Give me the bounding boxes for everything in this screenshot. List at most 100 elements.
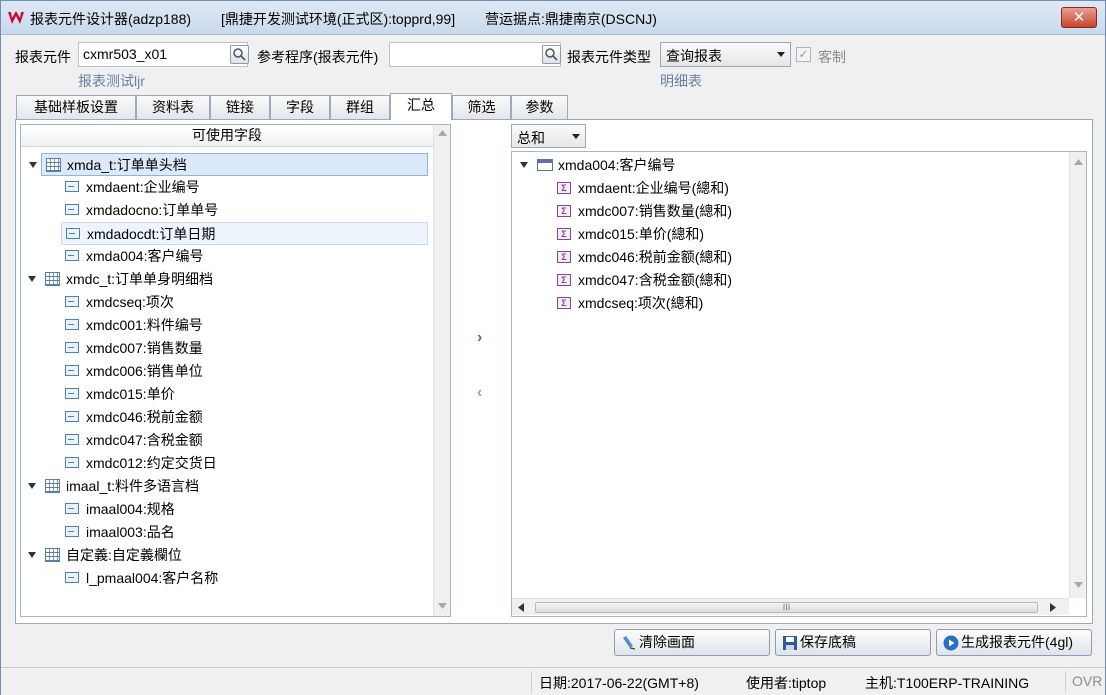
expand-toggle-icon[interactable] [28, 552, 36, 558]
tree-node-table[interactable]: 自定義:自定義欄位 [28, 544, 428, 567]
save-icon [783, 636, 797, 650]
status-mode: OVR [1072, 673, 1103, 689]
field-icon [65, 296, 79, 307]
ref-program-input[interactable] [389, 42, 561, 67]
tree-node-label: xmdc012:约定交货日 [86, 455, 217, 471]
tree-leaf-sum[interactable]: Σxmdc046:税前金额(總和) [553, 246, 1064, 269]
tab-link[interactable]: 链接 [210, 95, 270, 119]
summary-fields-vertical-scrollbar[interactable] [1069, 152, 1086, 598]
scroll-down-icon [438, 603, 447, 609]
tree-node-table[interactable]: xmda_t:订单单头档 [29, 153, 428, 176]
tree-leaf-field[interactable]: xmdcseq:项次 [61, 291, 428, 314]
summary-fields-horizontal-scrollbar[interactable]: III [512, 598, 1069, 615]
tree-node-group[interactable]: xmda004:客户编号 [520, 154, 1064, 177]
element-type-label: 报表元件类型 [567, 49, 651, 65]
table-icon [46, 158, 61, 172]
field-icon [65, 572, 79, 583]
tree-leaf-sum[interactable]: Σxmdcseq:项次(總和) [553, 292, 1064, 315]
tree-node-label: xmda004:客户编号 [86, 248, 204, 264]
field-icon [65, 434, 79, 445]
tree-leaf-field[interactable]: xmdc047:含税金额 [61, 429, 428, 452]
element-input[interactable]: cxmr503_x01 [78, 42, 248, 67]
expand-toggle-icon[interactable] [28, 483, 36, 489]
expand-toggle-icon[interactable] [29, 162, 37, 168]
tree-leaf-field[interactable]: xmdadocno:订单单号 [61, 199, 428, 222]
tree-node-label: xmdaent:企业编号 [86, 179, 200, 195]
tree-leaf-field[interactable]: xmdc007:销售数量 [61, 337, 428, 360]
element-search-button[interactable] [230, 45, 249, 64]
field-icon [65, 526, 79, 537]
ref-program-search-button[interactable] [542, 45, 561, 64]
tree-node-table[interactable]: xmdc_t:订单单身明细档 [28, 268, 428, 291]
element-type-select[interactable]: 查询报表 [660, 42, 791, 67]
tree-leaf-field[interactable]: imaal004:规格 [61, 498, 428, 521]
summary-fields-tree[interactable]: xmda004:客户编号 Σxmdaent:企业编号(總和) Σxmdc007:销售… [511, 151, 1087, 617]
tree-node-label: xmdc_t:订单单身明细档 [66, 271, 214, 287]
tree-leaf-sum[interactable]: Σxmdc047:含税金额(總和) [553, 269, 1064, 292]
tab-field[interactable]: 字段 [270, 95, 330, 119]
tree-leaf-field[interactable]: xmdc046:税前金额 [61, 406, 428, 429]
table-icon [45, 548, 60, 562]
tree-node-table[interactable]: imaal_t:料件多语言档 [28, 475, 428, 498]
tree-node-label: xmdc006:销售单位 [86, 363, 203, 379]
tree-node-label: imaal004:规格 [86, 501, 175, 517]
move-left-button[interactable]: ‹ [477, 384, 482, 402]
report-element-designer-window: 报表元件设计器(adzp188) [鼎捷开发测试环境(正式区):topprd,9… [0, 0, 1106, 695]
tree-leaf-field[interactable]: xmdc012:约定交货日 [61, 452, 428, 475]
tree-node-label: xmdaent:企业编号(總和) [578, 180, 729, 196]
aggregate-function-value: 总和 [517, 130, 545, 146]
field-icon [65, 181, 79, 192]
custom-label: 客制 [818, 49, 846, 65]
tree-node-label: xmdc047:含税金额 [86, 432, 203, 448]
play-icon [943, 635, 959, 651]
tree-leaf-field[interactable]: xmdadocdt:订单日期 [61, 222, 428, 245]
element-type-description: 明细表 [660, 73, 702, 89]
available-fields-vertical-scrollbar[interactable] [433, 125, 450, 616]
element-label: 报表元件 [15, 49, 71, 65]
field-icon [65, 503, 79, 514]
tree-leaf-field[interactable]: imaal003:品名 [61, 521, 428, 544]
tab-base-template[interactable]: 基础样板设置 [16, 95, 136, 119]
tree-leaf-field[interactable]: xmdaent:企业编号 [61, 176, 428, 199]
tree-leaf-field[interactable]: l_pmaal004:客户名称 [61, 567, 428, 590]
tree-leaf-sum[interactable]: Σxmdaent:企业编号(總和) [553, 177, 1064, 200]
tree-node-label: xmdadocdt:订单日期 [87, 226, 216, 242]
status-separator [531, 671, 532, 693]
status-bar: 日期:2017-06-22(GMT+8) 使用者:tiptop 主机:T100E… [1, 667, 1105, 695]
aggregate-function-select[interactable]: 总和 [511, 124, 586, 148]
tab-parameter[interactable]: 参数 [511, 95, 568, 119]
tab-data-table[interactable]: 资料表 [136, 95, 210, 119]
available-fields-tree[interactable]: 可使用字段 xmda_t:订单单头档 xmdaent:企业编号 xmdadocno:… [20, 124, 451, 617]
tree-leaf-sum[interactable]: Σxmdc015:单价(總和) [553, 223, 1064, 246]
expand-toggle-icon[interactable] [520, 162, 528, 168]
field-icon [65, 250, 79, 261]
horizontal-scroll-thumb[interactable]: III [535, 602, 1038, 613]
tree-node-label: xmdc047:含税金额(總和) [578, 272, 733, 288]
move-right-button[interactable]: › [477, 329, 482, 347]
field-icon [65, 365, 79, 376]
tree-node-label: xmdc015:单价 [86, 386, 175, 402]
save-draft-button[interactable]: 保存底稿 [775, 629, 931, 656]
tree-leaf-field[interactable]: xmda004:客户编号 [61, 245, 428, 268]
tab-summary[interactable]: 汇总 [390, 93, 452, 120]
tree-leaf-field[interactable]: xmdc006:销售单位 [61, 360, 428, 383]
tab-group[interactable]: 群组 [330, 95, 390, 119]
tab-filter[interactable]: 筛选 [452, 95, 511, 119]
generate-element-button[interactable]: 生成报表元件(4gl) [936, 629, 1092, 656]
close-window-button[interactable]: ✕ [1061, 7, 1097, 28]
chevron-down-icon [572, 134, 580, 139]
element-description: 报表测试ljr [78, 73, 145, 89]
scroll-down-icon [1074, 582, 1083, 588]
clear-screen-button[interactable]: 清除画面 [614, 629, 770, 656]
group-icon [537, 159, 553, 171]
tree-leaf-field[interactable]: xmdc001:料件编号 [61, 314, 428, 337]
tree-node-label: xmda_t:订单单头档 [67, 157, 187, 173]
custom-checkbox[interactable]: ✓ [796, 47, 811, 62]
tree-leaf-field[interactable]: xmdc015:单价 [61, 383, 428, 406]
app-logo-icon [8, 11, 24, 24]
tree-leaf-sum[interactable]: Σxmdc007:销售数量(總和) [553, 200, 1064, 223]
status-host: 主机:T100ERP-TRAINING [865, 675, 1030, 691]
expand-toggle-icon[interactable] [28, 276, 36, 282]
clear-screen-label: 清除画面 [639, 634, 695, 650]
window-title-program: 报表元件设计器(adzp188) [30, 11, 192, 27]
